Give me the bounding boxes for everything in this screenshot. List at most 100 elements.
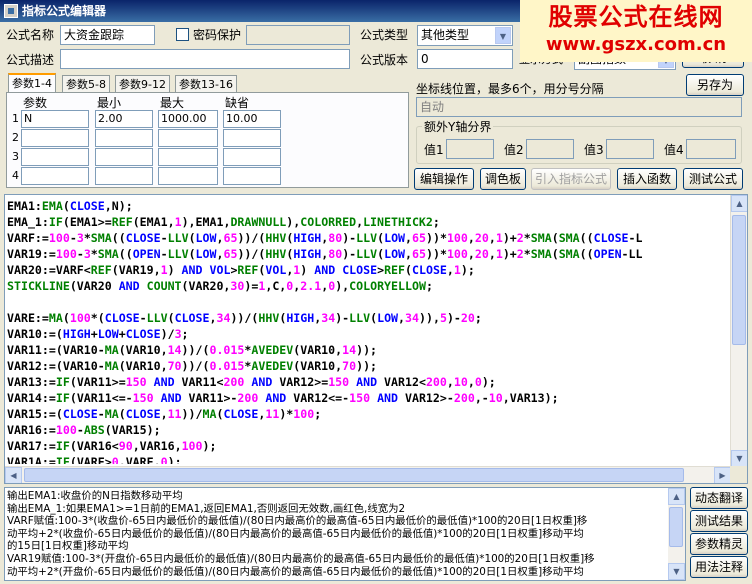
param-max-field[interactable] — [158, 167, 218, 185]
code-line[interactable]: VAR1A:=IF(VARE>0,VARE,0); — [7, 454, 731, 464]
code-token: (VAR10, — [293, 343, 343, 357]
password-checkbox[interactable] — [176, 28, 189, 41]
param-max-field[interactable] — [158, 148, 218, 166]
edit-operations-button[interactable]: 编辑操作 — [414, 168, 474, 190]
formula-desc-input[interactable] — [60, 49, 350, 69]
param-max-field[interactable]: 1000.00 — [158, 110, 218, 128]
param-default-field[interactable] — [223, 167, 281, 185]
code-line[interactable]: VAR10:=(HIGH+LOW+CLOSE)/3; — [7, 326, 731, 342]
code-line[interactable]: VAR20:=VARF<REF(VAR19,1) AND VOL>REF(VOL… — [7, 262, 731, 278]
param-min-field[interactable] — [95, 167, 153, 185]
param-max-field[interactable] — [158, 129, 218, 147]
code-token: 100 — [181, 439, 203, 453]
param-name-field[interactable] — [21, 129, 89, 147]
y-value4-input[interactable] — [686, 139, 736, 159]
code-token: ,VAR13); — [502, 391, 559, 405]
import-formula-button[interactable]: 引入指标公式 — [531, 168, 611, 190]
code-line[interactable]: VAR17:=IF(VAR16<90,VAR16,100); — [7, 438, 731, 454]
tab-params-5-8[interactable]: 参数5-8 — [62, 75, 110, 93]
color-palette-button[interactable]: 调色板 — [480, 168, 526, 190]
scroll-down-icon[interactable]: ▼ — [668, 563, 685, 580]
tab-params-1-4[interactable]: 参数1-4 — [8, 73, 56, 93]
code-line[interactable]: EMA_1:IF(EMA1>=REF(EMA1,1),EMA1,DRAWNULL… — [7, 214, 731, 230]
y-value1-input[interactable] — [446, 139, 494, 159]
param-default-field[interactable]: 10.00 — [223, 110, 281, 128]
output-vertical-scrollbar[interactable]: ▲ ▼ — [668, 488, 685, 580]
code-token: 0.015 — [209, 359, 245, 373]
code-token: COLORYELLOW — [349, 279, 426, 293]
code-token: MA — [48, 311, 63, 325]
param-wizard-button[interactable]: 参数精灵 — [690, 533, 748, 555]
param-default-field[interactable] — [223, 129, 281, 147]
code-text[interactable]: EMA1:EMA(CLOSE,N); EMA_1:IF(EMA1>=REF(EMA… — [7, 198, 731, 464]
code-line[interactable]: VAR14:=IF(VAR11<=-150 AND VAR11>-200 AND… — [7, 390, 731, 406]
code-line[interactable]: VARE:=MA(100*(CLOSE-LLV(CLOSE,34))/(HHV(… — [7, 310, 731, 326]
code-token: 100 — [55, 247, 77, 261]
scroll-down-icon[interactable]: ▼ — [731, 450, 747, 467]
editor-vertical-scrollbar[interactable]: ▲ ▼ — [730, 195, 747, 467]
code-line[interactable]: VAR11:=(VAR10-MA(VAR10,14))/(0.015*AVEDE… — [7, 342, 731, 358]
code-token: SMA — [90, 231, 112, 245]
code-token: VAR12< — [377, 375, 426, 389]
code-token: AND — [377, 391, 399, 405]
code-token: CLOSE — [69, 199, 105, 213]
test-result-button[interactable]: 测试结果 — [690, 510, 748, 532]
code-token: )+ — [502, 247, 517, 261]
code-token: *( — [90, 311, 105, 325]
editor-hscroll-thumb[interactable] — [24, 468, 684, 482]
dynamic-translate-button[interactable]: 动态翻译 — [690, 487, 748, 509]
param-default-field[interactable] — [223, 148, 281, 166]
formula-code-editor[interactable]: EMA1:EMA(CLOSE,N); EMA_1:IF(EMA1>=REF(EMA… — [4, 194, 748, 484]
code-line[interactable]: VARF:=100-3*SMA((CLOSE-LLV(LOW,65))/(HHV… — [7, 230, 731, 246]
code-line[interactable]: VAR13:=IF(VAR11>=150 AND VAR11<200 AND V… — [7, 374, 731, 390]
params-panel: 参数 最小 最大 缺省 1 N 2.00 1000.00 10.00 2 3 4 — [6, 92, 409, 188]
output-vscroll-thumb[interactable] — [669, 507, 683, 547]
param-min-field[interactable]: 2.00 — [95, 110, 153, 128]
output-line: VARF赋值:100-3*(收盘价-65日内最低价的最低值)/(80日内最高价的… — [7, 515, 588, 528]
save-as-button[interactable]: 另存为 — [686, 74, 744, 96]
code-line[interactable]: VAR19:=100-3*SMA((OPEN-LLV(LOW,65))/(HHV… — [7, 246, 731, 262]
param-name-field[interactable] — [21, 167, 89, 185]
code-token: 200 — [223, 375, 245, 389]
code-token: EMA1: — [7, 199, 42, 213]
coord-lines-input[interactable]: 自动 — [416, 97, 742, 117]
code-token: (VAR16< — [69, 439, 119, 453]
scroll-up-icon[interactable]: ▲ — [668, 488, 685, 505]
code-token: VAR12>= — [272, 375, 329, 389]
formula-version-input[interactable]: 0 — [417, 49, 513, 69]
scroll-right-icon[interactable]: ▶ — [714, 467, 731, 483]
app-icon — [4, 4, 18, 18]
param-min-field[interactable] — [95, 148, 153, 166]
usage-notes-button[interactable]: 用法注释 — [690, 556, 748, 578]
code-line[interactable] — [7, 294, 731, 310]
y-value2-input[interactable] — [526, 139, 574, 159]
code-line[interactable]: EMA1:EMA(CLOSE,N); — [7, 198, 731, 214]
param-name-field[interactable]: N — [21, 110, 89, 128]
code-token: VAR11:=(VAR10- — [7, 343, 105, 357]
code-line[interactable]: VAR16:=100-ABS(VAR15); — [7, 422, 731, 438]
formula-name-input[interactable]: 大资金跟踪 — [60, 25, 155, 45]
code-line[interactable]: VAR15:=(CLOSE-MA(CLOSE,11))/MA(CLOSE,11)… — [7, 406, 731, 422]
code-token: 90 — [118, 439, 133, 453]
editor-vscroll-thumb[interactable] — [732, 215, 746, 345]
scroll-left-icon[interactable]: ◀ — [5, 467, 22, 483]
code-line[interactable]: VAR12:=(VAR10-MA(VAR10,70))/(0.015*AVEDE… — [7, 358, 731, 374]
tab-params-13-16[interactable]: 参数13-16 — [175, 75, 237, 93]
code-line[interactable]: STICKLINE(VAR20 AND COUNT(VAR20,30)=1,C,… — [7, 278, 731, 294]
test-formula-button[interactable]: 测试公式 — [683, 168, 743, 190]
editor-horizontal-scrollbar[interactable]: ◀ ▶ — [5, 466, 731, 483]
code-token: ; — [314, 407, 322, 421]
tab-params-9-12[interactable]: 参数9-12 — [115, 75, 170, 93]
param-min-field[interactable] — [95, 129, 153, 147]
formula-type-select[interactable]: 其他类型 ▼ — [417, 25, 513, 46]
password-input[interactable] — [246, 25, 350, 45]
code-token: MA — [104, 359, 119, 373]
translation-output-pane[interactable]: 输出EMA1:收盘价的N日指数移动平均 输出EMA_1:如果EMA1>=1日前的… — [4, 487, 686, 581]
param-name-field[interactable] — [21, 148, 89, 166]
code-token: VAR16:= — [7, 423, 56, 437]
insert-function-button[interactable]: 插入函数 — [617, 168, 677, 190]
scroll-up-icon[interactable]: ▲ — [731, 195, 747, 212]
code-token: 3 — [76, 231, 84, 245]
watermark-url: www.gszx.com.cn — [545, 34, 727, 55]
y-value3-input[interactable] — [606, 139, 654, 159]
